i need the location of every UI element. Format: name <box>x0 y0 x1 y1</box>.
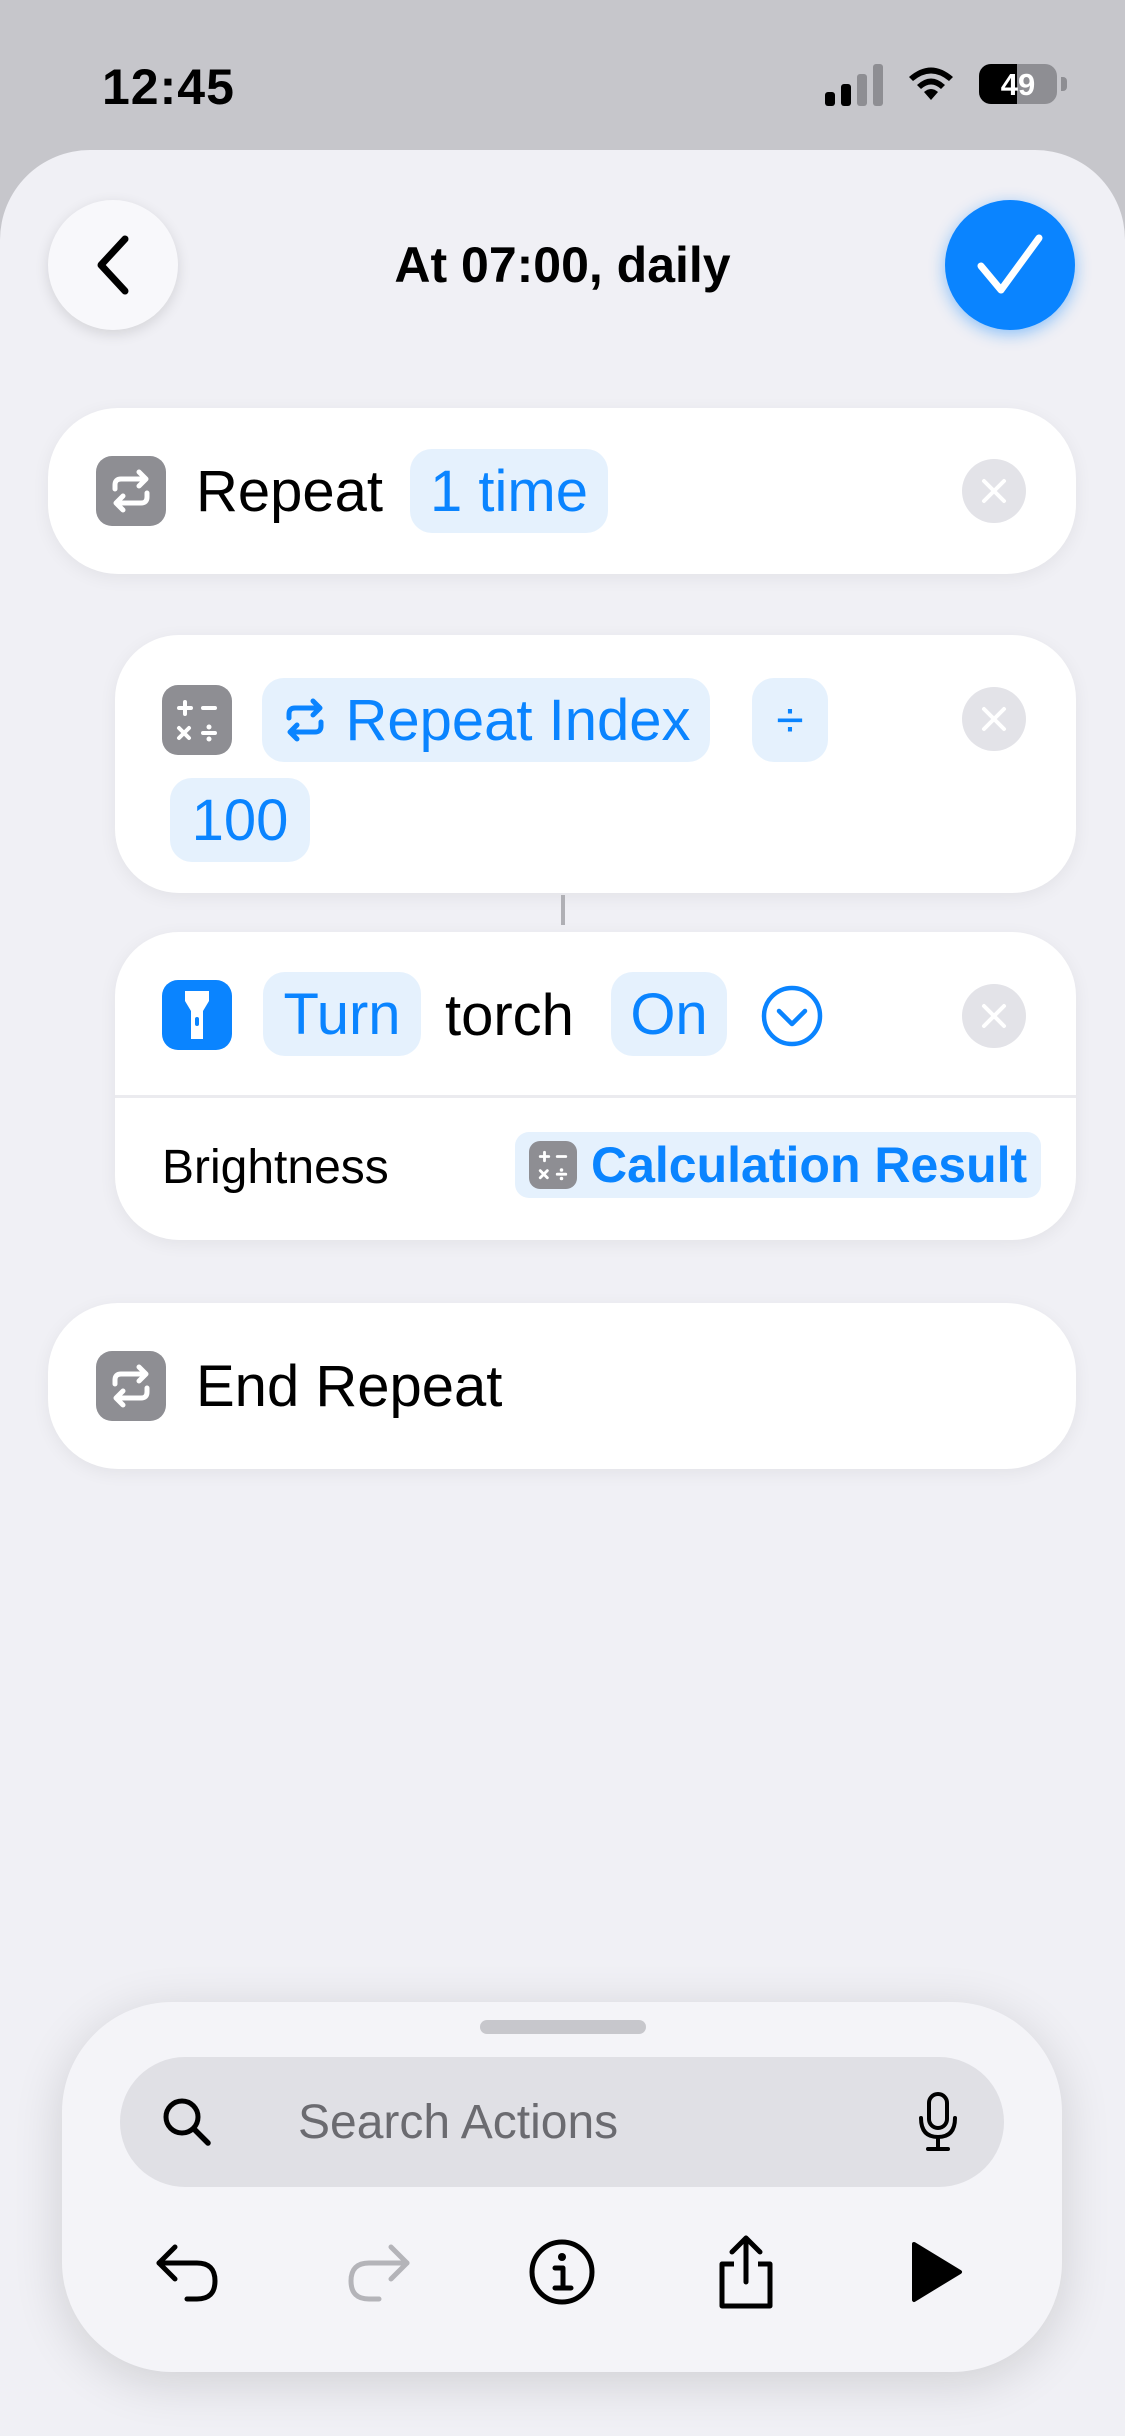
checkmark-icon <box>977 234 1043 294</box>
redo-button[interactable] <box>330 2217 430 2327</box>
action-connector <box>561 895 565 925</box>
share-icon <box>719 2235 773 2309</box>
status-time: 12:45 <box>102 59 235 115</box>
calculate-action-icon <box>162 685 232 755</box>
repeat-icon <box>112 469 150 513</box>
play-icon <box>912 2242 962 2302</box>
action-search-panel: Search Actions <box>62 2002 1062 2372</box>
redo-icon <box>348 2244 410 2302</box>
repeat-index-variable-pill[interactable]: Repeat Index <box>262 678 710 762</box>
parameter-divider <box>115 1095 1076 1098</box>
battery-icon: 49 <box>979 64 1057 104</box>
operand-pill[interactable]: 100 <box>170 778 310 862</box>
brightness-value-pill[interactable]: Calculation Result <box>515 1132 1042 1198</box>
end-repeat-action-card[interactable]: End Repeat <box>48 1303 1076 1469</box>
search-placeholder: Search Actions <box>298 2096 619 2149</box>
expand-options-button[interactable] <box>760 984 824 1053</box>
remove-repeat-button[interactable] <box>962 459 1026 523</box>
remove-torch-button[interactable] <box>962 984 1026 1048</box>
torch-action-icon <box>162 980 232 1050</box>
operator-pill[interactable]: ÷ <box>752 678 828 762</box>
done-button[interactable] <box>945 200 1075 330</box>
torch-action-card[interactable]: Turn torch On Brightness Calculation Res… <box>115 932 1076 1240</box>
repeat-action-icon <box>96 456 166 526</box>
turn-pill[interactable]: Turn <box>263 972 421 1056</box>
brightness-label: Brightness <box>162 1141 389 1194</box>
close-icon <box>982 707 1006 731</box>
undo-icon <box>156 2244 218 2302</box>
status-icons: 49 <box>825 62 1067 106</box>
repeat-index-label: Repeat Index <box>345 687 691 753</box>
repeat-count-pill[interactable]: 1 time <box>410 449 608 533</box>
battery-tip <box>1061 77 1067 91</box>
undo-button[interactable] <box>136 2217 236 2327</box>
remove-calculate-button[interactable] <box>962 687 1026 751</box>
repeat-icon <box>112 1364 150 1408</box>
battery-level: 49 <box>1000 67 1036 102</box>
repeat-icon <box>286 698 324 742</box>
repeat-label: Repeat <box>196 459 384 524</box>
state-pill[interactable]: On <box>611 972 727 1056</box>
run-button[interactable] <box>884 2217 984 2327</box>
microphone-icon[interactable] <box>916 2091 960 2153</box>
chevron-down-circle-icon <box>761 985 823 1047</box>
panel-grabber[interactable] <box>480 2020 646 2034</box>
end-repeat-icon <box>96 1351 166 1421</box>
share-button[interactable] <box>696 2217 796 2327</box>
end-repeat-label: End Repeat <box>196 1354 503 1419</box>
calculate-action-card[interactable]: Repeat Index ÷ 100 <box>115 635 1076 893</box>
status-bar: 12:45 49 <box>0 0 1125 150</box>
close-icon <box>982 479 1006 503</box>
torch-label: torch <box>445 983 574 1048</box>
close-icon <box>982 1004 1006 1028</box>
calculator-icon <box>529 1141 577 1189</box>
search-input[interactable]: Search Actions <box>120 2057 1004 2187</box>
repeat-action-card[interactable]: Repeat 1 time <box>48 408 1076 574</box>
flashlight-icon <box>185 991 209 1039</box>
info-button[interactable] <box>512 2217 612 2327</box>
calculator-icon <box>177 700 217 742</box>
cellular-signal-icon <box>825 62 883 106</box>
brightness-value: Calculation Result <box>591 1137 1028 1193</box>
search-icon <box>163 2098 211 2146</box>
info-icon <box>529 2239 595 2305</box>
wifi-icon <box>909 67 953 100</box>
